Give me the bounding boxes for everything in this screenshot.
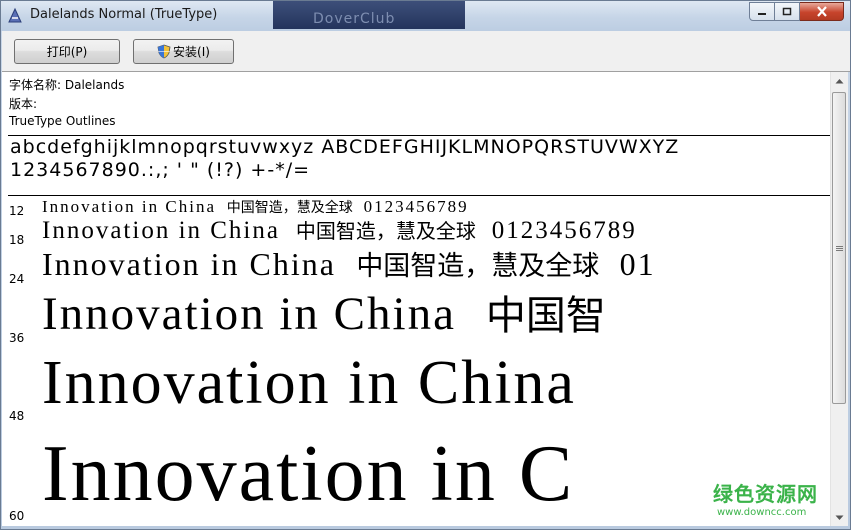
thumb-grip-icon: [835, 247, 843, 249]
background-window-caption: DoverClub: [273, 1, 465, 29]
size-label: 18: [9, 233, 25, 247]
window-controls: [749, 2, 844, 21]
window-title: Dalelands Normal (TrueType): [30, 7, 218, 22]
preview-text: Innovation in China 中国智造，慧及全球 0123456789: [42, 198, 469, 216]
latin-sample: Innovation in China: [42, 349, 576, 417]
alphabet-sample: abcdefghijklmnopqrstuvwxyz ABCDEFGHIJKLM…: [10, 136, 680, 158]
toolbar: 打印(P) 安装(I): [2, 31, 850, 72]
size-label: 36: [9, 331, 25, 345]
scrollbar-thumb[interactable]: [832, 92, 846, 404]
size-label: 60: [9, 509, 25, 523]
font-type-line: TrueType Outlines: [9, 114, 116, 128]
maximize-button[interactable]: [775, 2, 800, 21]
print-button[interactable]: 打印(P): [14, 39, 120, 64]
digit-sample: 01: [619, 246, 656, 282]
arrow-down-icon: [835, 515, 844, 520]
latin-sample: Innovation in China: [42, 197, 216, 216]
preview-text: Innovation in China 中国智: [42, 290, 606, 338]
latin-sample: Innovation in China: [42, 288, 456, 340]
font-preview-pane: 字体名称: Dalelands 版本: TrueType Outlines ab…: [2, 72, 830, 526]
install-button[interactable]: 安装(I): [133, 39, 234, 64]
preview-text: Innovation in China 中国智造，慧及全球 0123456789: [42, 217, 637, 243]
scroll-up-button[interactable]: [831, 72, 848, 89]
digit-sample: 0123456789: [491, 217, 637, 244]
close-icon: [816, 6, 827, 17]
size-label: 12: [9, 204, 25, 218]
watermark-url: www.downcc.com: [717, 507, 807, 518]
close-button[interactable]: [800, 2, 844, 21]
font-app-icon: [8, 7, 22, 23]
latin-sample: Innovation in China: [42, 217, 280, 244]
install-button-label: 安装(I): [173, 45, 210, 59]
digit-sample: 0123456789: [363, 197, 469, 216]
cjk-sample: 中国智造，慧及全球: [226, 200, 353, 216]
latin-sample: Innovation in C: [42, 430, 575, 518]
cjk-sample: 中国智: [485, 293, 606, 339]
preview-text: Innovation in China 中国智造，慧及全球 01: [42, 248, 656, 280]
arrow-up-icon: [835, 78, 844, 83]
title-bar[interactable]: DoverClub Dalelands Normal (TrueType): [1, 1, 850, 31]
preview-text: Innovation in China: [42, 351, 576, 414]
latin-sample: Innovation in China: [42, 246, 336, 282]
print-button-label: 打印(P): [46, 45, 88, 59]
size-label: 48: [9, 409, 25, 423]
maximize-icon: [782, 7, 792, 15]
site-watermark: 绿色资源网 www.downcc.com: [713, 478, 818, 518]
watermark-brand: 绿色资源网: [713, 482, 818, 506]
minimize-icon: [758, 12, 766, 15]
cjk-sample: 中国智造，慧及全球: [295, 219, 476, 243]
scroll-down-button[interactable]: [831, 509, 848, 526]
preview-text: Innovation in C: [42, 433, 574, 514]
version-line: 版本:: [9, 97, 38, 111]
divider-bottom: [8, 195, 830, 196]
vertical-scrollbar[interactable]: [830, 72, 848, 526]
font-viewer-window: DoverClub Dalelands Normal (TrueType) 打印…: [0, 0, 851, 530]
size-label: 24: [9, 272, 25, 286]
font-name-line: 字体名称: Dalelands: [9, 78, 125, 92]
uac-shield-icon: [157, 44, 171, 59]
digits-sample: 1234567890.:,; ' " (!?) +-*/=: [10, 159, 311, 181]
cjk-sample: 中国智造，慧及全球: [356, 251, 600, 282]
minimize-button[interactable]: [749, 2, 775, 21]
